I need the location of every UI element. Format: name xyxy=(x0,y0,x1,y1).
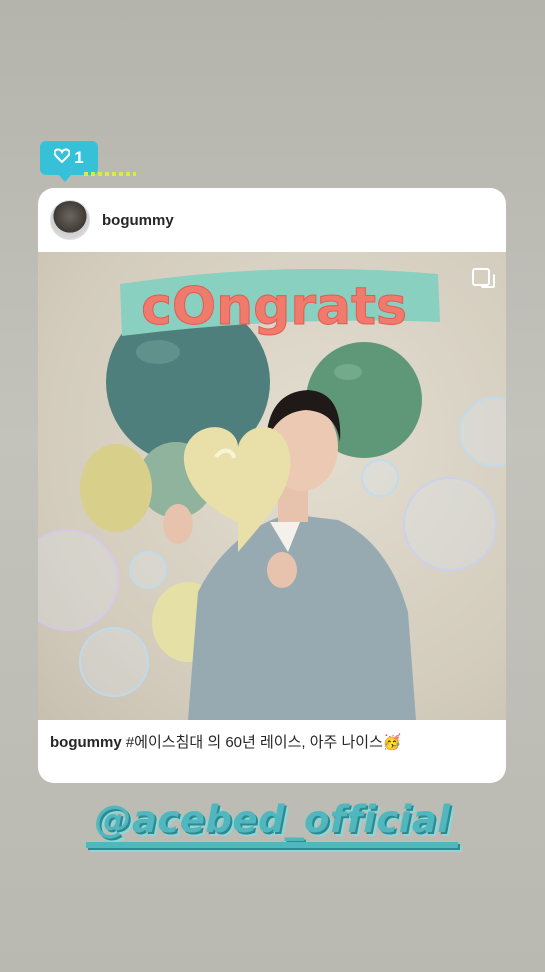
carousel-icon xyxy=(472,268,495,288)
post-header: bogummy xyxy=(38,188,506,252)
post-caption: bogummy #에이스침대 의 60년 레이스, 아주 나이스🥳 xyxy=(50,732,494,754)
caption-text: #에이스침대 의 60년 레이스, 아주 나이스🥳 xyxy=(125,734,402,751)
post-photo[interactable]: cOngrats xyxy=(38,252,506,720)
post-username[interactable]: bogummy xyxy=(102,212,174,229)
person-suit xyxy=(188,514,416,720)
caption-username[interactable]: bogummy xyxy=(50,734,122,751)
avatar[interactable] xyxy=(50,200,90,240)
photo-illustration: cOngrats xyxy=(38,268,506,720)
heart-icon xyxy=(53,148,71,168)
like-sticker[interactable]: 1 xyxy=(40,141,136,182)
post-card[interactable]: bogummy cOngrats bogummy #에이스침대 의 60년 레이… xyxy=(38,188,506,783)
gold-balloon-left xyxy=(80,444,152,532)
like-count: 1 xyxy=(74,148,84,167)
congrats-sign-text: cOngrats xyxy=(141,277,407,337)
mention-sticker[interactable]: @acebed_official xyxy=(0,798,545,848)
